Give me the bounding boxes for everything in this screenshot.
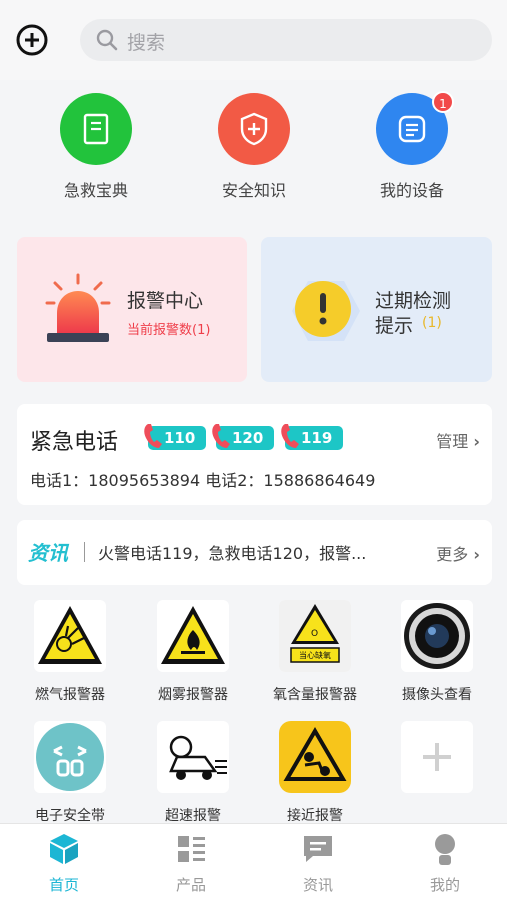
emergency-title: 紧急电话 xyxy=(30,430,119,455)
more-label: 更多 xyxy=(436,545,469,564)
quick-first-aid[interactable]: 急救宝典 xyxy=(41,90,151,210)
message-icon xyxy=(301,832,335,866)
expiry-check-card[interactable]: 过期检测 提示 (1) xyxy=(261,237,492,382)
manage-label: 管理 xyxy=(436,432,469,451)
tab-home[interactable]: 首页 xyxy=(24,832,104,895)
add-icon xyxy=(401,721,473,793)
phone-icon xyxy=(279,422,301,450)
device-label: 燃气报警器 xyxy=(35,687,105,703)
oxygen-sign-text: 当心缺氧 xyxy=(299,650,331,660)
home-cube-icon xyxy=(47,832,81,866)
profile-icon xyxy=(428,832,462,866)
phone-icon xyxy=(210,422,232,450)
emergency-panel: 紧急电话 110 120 119 管理 › 电话1：18095653894 电话… xyxy=(17,404,492,505)
device-label: 摄像头查看 xyxy=(402,687,472,703)
add-icon[interactable] xyxy=(15,23,49,57)
call-119-label: 119 xyxy=(301,429,333,447)
device-label: 氧含量报警器 xyxy=(273,687,357,703)
quick-my-devices[interactable]: 1 我的设备 xyxy=(357,90,467,210)
device-label: 烟雾报警器 xyxy=(158,687,228,703)
device-smoke-alarm[interactable]: 烟雾报警器 xyxy=(138,600,248,704)
camera-icon xyxy=(401,600,473,672)
phone-icon xyxy=(142,422,164,450)
quick-label: 急救宝典 xyxy=(63,181,128,200)
call-110-label: 110 xyxy=(164,429,196,447)
svg-text:O: O xyxy=(311,629,318,639)
bottom-tab-bar: 首页 产品 资讯 我的 xyxy=(0,823,507,900)
tab-profile[interactable]: 我的 xyxy=(405,832,485,895)
tab-products[interactable]: 产品 xyxy=(151,832,231,895)
news-ticker[interactable]: 资讯 火警电话119，急救电话120，报警... 更多 › xyxy=(17,520,492,585)
chevron-right-icon: › xyxy=(473,432,480,451)
expire-title: 过期检测 xyxy=(375,290,452,312)
search-icon xyxy=(96,29,118,51)
quick-safety-knowledge[interactable]: 安全知识 xyxy=(199,90,309,210)
device-oxygen-alarm[interactable]: O 当心缺氧 氧含量报警器 xyxy=(260,600,370,704)
search-placeholder: 搜索 xyxy=(127,32,166,54)
notification-badge: 1 xyxy=(432,91,454,113)
alarm-count: 当前报警数(1) xyxy=(127,323,211,338)
device-label: 电子安全带 xyxy=(35,808,105,824)
speeding-car-icon xyxy=(157,721,229,793)
siren-icon xyxy=(43,273,113,345)
divider xyxy=(84,542,85,562)
device-safety-belt[interactable]: 电子安全带 xyxy=(15,721,125,825)
device-icon: 1 xyxy=(376,91,454,165)
search-input[interactable]: 搜索 xyxy=(80,19,492,61)
device-label: 接近报警 xyxy=(287,808,343,824)
manage-link[interactable]: 管理 › xyxy=(436,428,480,452)
chevron-right-icon: › xyxy=(473,545,480,564)
product-grid-icon xyxy=(174,832,208,866)
device-proximity-alarm[interactable]: 接近报警 xyxy=(260,721,370,825)
device-label: 超速报警 xyxy=(165,808,221,824)
expire-count: (1) xyxy=(422,315,442,331)
tab-label: 首页 xyxy=(48,876,79,894)
news-headline[interactable]: 火警电话119，急救电话120，报警... xyxy=(98,540,366,564)
proximity-warning-icon xyxy=(279,721,351,793)
shield-icon xyxy=(218,93,290,165)
seatbelt-icon xyxy=(34,721,106,793)
gas-warning-icon xyxy=(34,600,106,672)
emergency-phones: 电话1：18095653894 电话2：15886864649 xyxy=(30,471,376,490)
quick-label: 安全知识 xyxy=(221,181,286,200)
top-bar: 搜索 xyxy=(0,0,507,80)
tab-news[interactable]: 资讯 xyxy=(278,832,358,895)
news-logo: 资讯 xyxy=(28,541,68,565)
add-device-button[interactable] xyxy=(382,721,492,793)
quick-label: 我的设备 xyxy=(379,181,444,200)
fire-warning-icon xyxy=(157,600,229,672)
tab-label: 资讯 xyxy=(302,876,333,894)
alarm-center-card[interactable]: 报警中心 当前报警数(1) xyxy=(17,237,247,382)
tab-label: 产品 xyxy=(175,876,206,894)
call-119-button[interactable]: 119 xyxy=(281,424,343,450)
oxygen-warning-icon: O 当心缺氧 xyxy=(279,600,351,672)
call-120-label: 120 xyxy=(232,429,264,447)
tab-label: 我的 xyxy=(429,876,460,894)
book-icon xyxy=(60,93,132,165)
device-camera[interactable]: 摄像头查看 xyxy=(382,600,492,704)
call-110-button[interactable]: 110 xyxy=(144,424,206,450)
more-link[interactable]: 更多 › xyxy=(436,541,480,565)
device-speeding-alarm[interactable]: 超速报警 xyxy=(138,721,248,825)
expire-title-2: 提示 xyxy=(375,315,414,337)
alarm-title: 报警中心 xyxy=(127,290,204,312)
device-gas-alarm[interactable]: 燃气报警器 xyxy=(15,600,125,704)
call-120-button[interactable]: 120 xyxy=(212,424,274,450)
warning-icon xyxy=(288,275,363,347)
